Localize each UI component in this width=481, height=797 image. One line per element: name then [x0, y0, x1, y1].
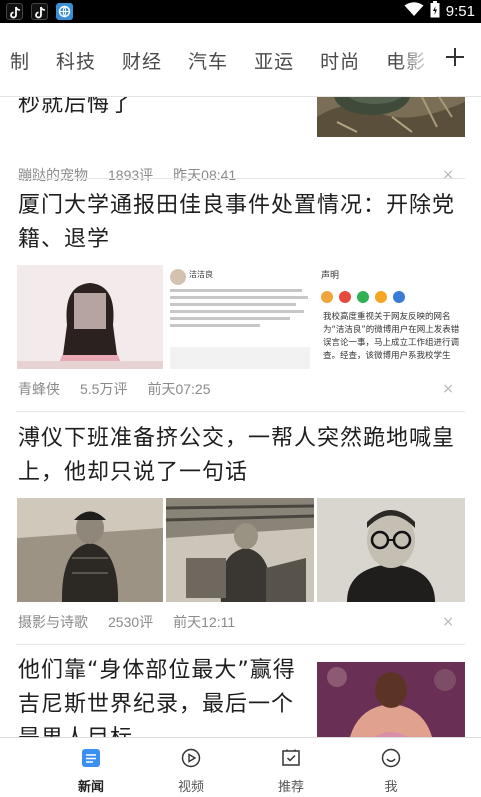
- article-thumbnail[interactable]: [17, 265, 163, 369]
- tab-tech[interactable]: 科技: [43, 47, 109, 74]
- nav-recommend[interactable]: 推荐: [251, 738, 331, 797]
- article-thumbnail[interactable]: [317, 97, 465, 137]
- weibo-post-text: [170, 289, 310, 339]
- publish-time: 前天07:25: [147, 381, 211, 397]
- nav-video[interactable]: 视频: [151, 738, 231, 797]
- article-thumbnail[interactable]: [17, 498, 163, 602]
- tiktok-icon: [6, 3, 23, 20]
- publish-time: 前天12:11: [173, 614, 236, 630]
- tab-fade-overlay: [396, 23, 436, 97]
- nav-me[interactable]: 我: [351, 738, 431, 797]
- article-thumbnail[interactable]: 洁洁良: [166, 265, 314, 369]
- article-card[interactable]: 厦门大学通报田佳良事件处置情况：开除党籍、退学 洁洁良 声明 我校高度重视关于网…: [0, 179, 481, 411]
- avatar: [170, 269, 186, 285]
- battery-icon: [430, 1, 440, 22]
- profile-smile-icon: [381, 748, 401, 768]
- browser-app-icon: [56, 3, 73, 20]
- news-feed[interactable]: 秒就后悔了 蹦跶的宠物 1893评 昨天08:41 × 厦门大学通报田佳良事件处…: [0, 97, 481, 737]
- dismiss-icon[interactable]: ×: [442, 381, 454, 397]
- comment-count: 5.5万评: [80, 381, 128, 397]
- article-card[interactable]: 他们靠“身体部位最大”赢得吉尼斯世界纪录，最后一个是男人目标: [0, 645, 481, 737]
- wifi-icon: [404, 2, 424, 21]
- article-title: 秒就后悔了: [18, 97, 134, 117]
- article-title: 溥仪下班准备挤公交，一帮人突然跪地喊皇上，他却只说了一句话: [18, 426, 456, 485]
- article-meta: 青蜂侠 5.5万评 前天07:25: [18, 379, 211, 399]
- plus-icon[interactable]: [445, 47, 465, 67]
- clock: 9:51: [445, 3, 475, 20]
- tab-finance[interactable]: 财经: [109, 47, 175, 74]
- bottom-nav: 新闻 视频 推荐 我: [0, 737, 481, 797]
- channel-tabs: 制 科技 财经 汽车 亚运 时尚 电影: [0, 23, 436, 97]
- article-source: 摄影与诗歌: [18, 614, 88, 630]
- statement-body: 我校高度重视关于网友反映的网名为“洁洁良”的微博用户在网上发表错误言论一事，马上…: [323, 312, 460, 361]
- tab-fashion[interactable]: 时尚: [307, 47, 373, 74]
- article-title: 他们靠“身体部位最大”赢得吉尼斯世界纪录，最后一个是男人目标: [18, 658, 296, 737]
- comment-count: 2530评: [108, 614, 154, 630]
- weibo-username: 洁洁良: [189, 270, 213, 279]
- recommend-icon: [281, 748, 301, 768]
- tab-partial-left[interactable]: 制: [0, 47, 43, 74]
- article-meta: 摄影与诗歌 2530评 前天12:11: [18, 612, 235, 632]
- article-thumbnail[interactable]: [317, 662, 465, 737]
- status-bar: 9:51: [0, 0, 481, 23]
- article-card[interactable]: 溥仪下班准备挤公交，一帮人突然跪地喊皇上，他却只说了一句话 摄影与诗歌 2530…: [0, 412, 481, 644]
- dismiss-icon[interactable]: ×: [442, 614, 454, 630]
- video-play-icon: [181, 748, 201, 768]
- channel-tab-bar: 制 科技 财经 汽车 亚运 时尚 电影: [0, 23, 481, 97]
- article-title: 厦门大学通报田佳良事件处置情况：开除党籍、退学: [18, 193, 456, 252]
- news-icon: [81, 748, 101, 768]
- tab-asian-games[interactable]: 亚运: [241, 47, 307, 74]
- tiktok-icon: [31, 3, 48, 20]
- article-thumbnail[interactable]: [317, 498, 465, 602]
- statement-title: 声明: [321, 271, 340, 281]
- article-thumbnail[interactable]: 声明 我校高度重视关于网友反映的网名为“洁洁良”的微博用户在网上发表错误言论一事…: [317, 265, 465, 369]
- nav-news[interactable]: 新闻: [51, 738, 131, 797]
- article-source: 青蜂侠: [18, 381, 60, 397]
- article-thumbnail[interactable]: [166, 498, 314, 602]
- share-icons: [321, 291, 461, 303]
- tab-auto[interactable]: 汽车: [175, 47, 241, 74]
